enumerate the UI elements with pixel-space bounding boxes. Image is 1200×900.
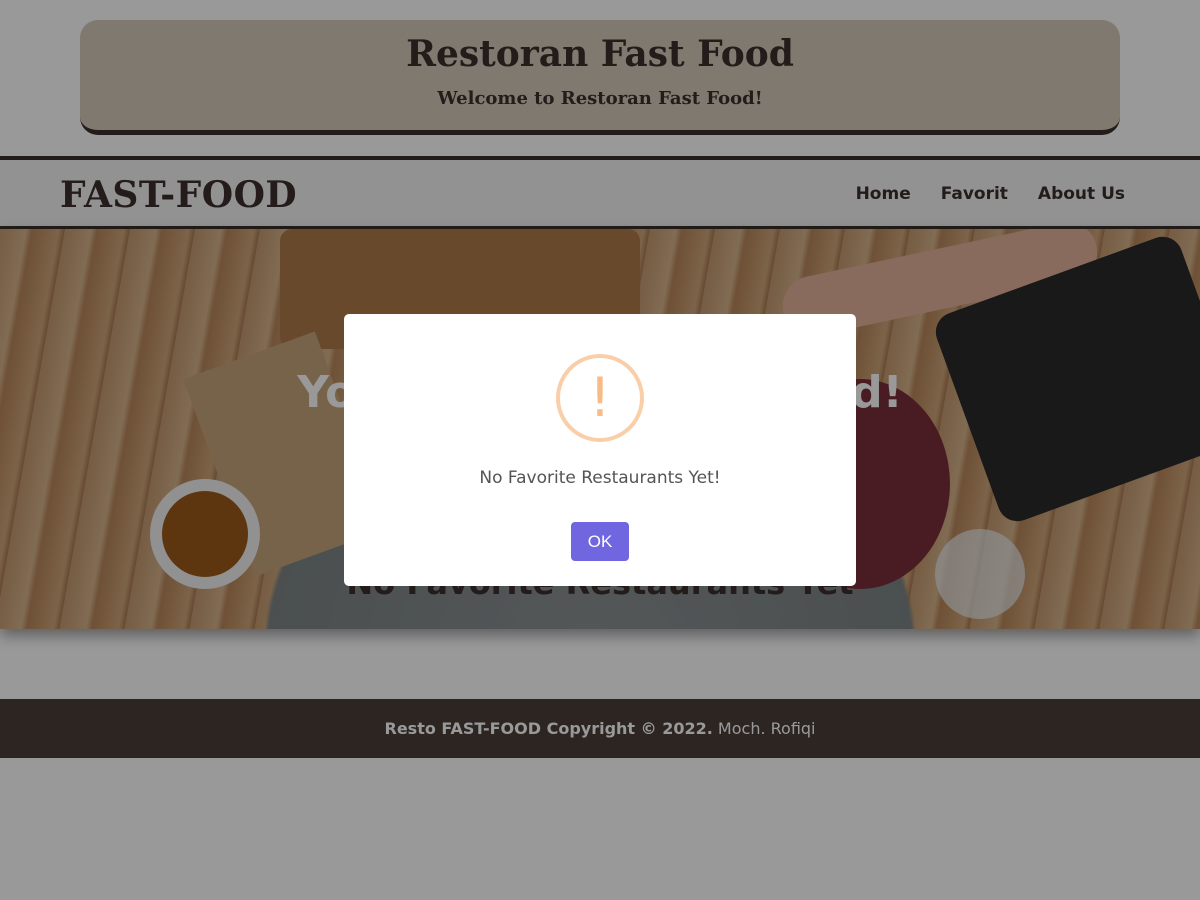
exclamation-icon: ! [556,354,644,442]
alert-dialog: ! No Favorite Restaurants Yet! OK [344,314,856,586]
alert-message: No Favorite Restaurants Yet! [479,468,721,488]
ok-button[interactable]: OK [571,522,629,561]
